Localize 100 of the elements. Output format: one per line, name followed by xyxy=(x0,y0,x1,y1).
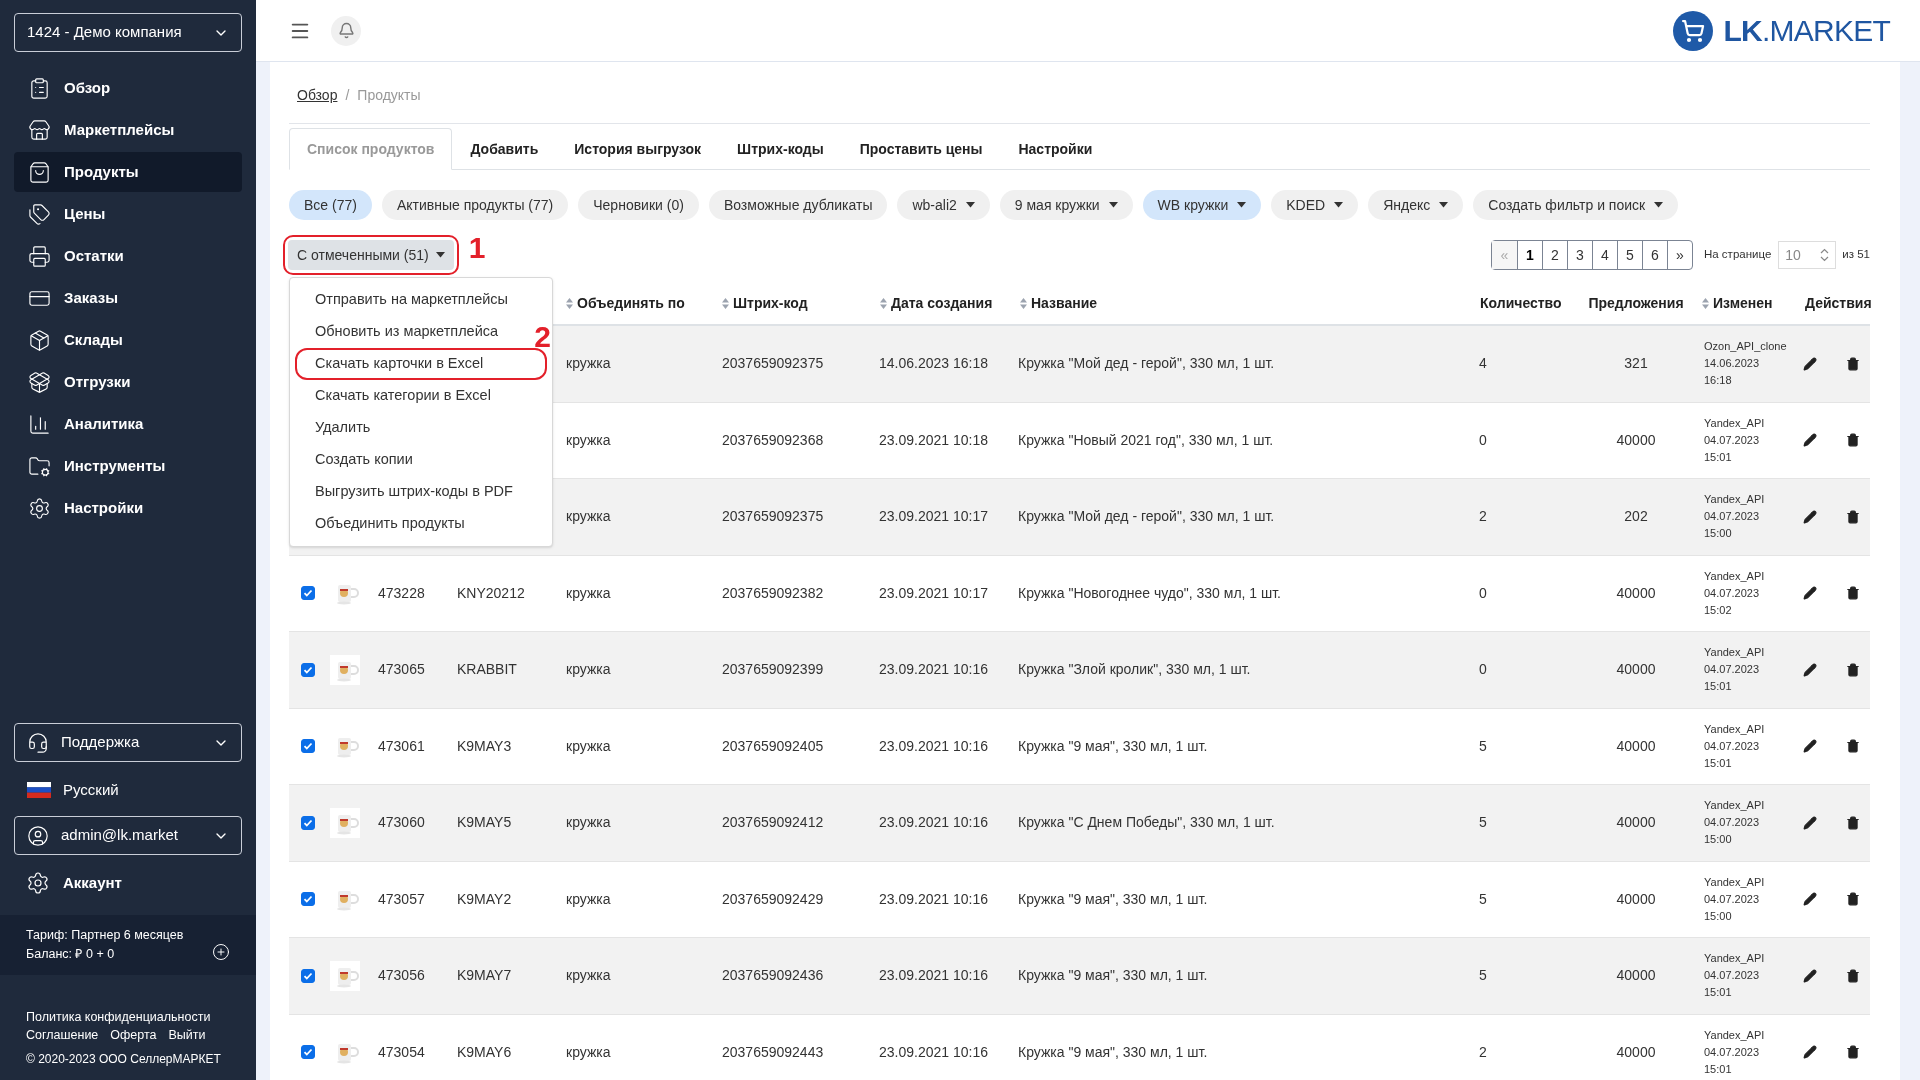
company-select[interactable]: 1424 - Демо компания xyxy=(14,13,242,52)
nav-item[interactable]: Остатки xyxy=(14,236,242,276)
edit-icon[interactable] xyxy=(1803,356,1817,371)
nav-item[interactable]: Цены xyxy=(14,194,242,234)
table-cell: кружка xyxy=(566,661,611,678)
footer-link[interactable]: Выйти xyxy=(168,1026,206,1044)
table-cell: 23.09.2021 10:17 xyxy=(879,508,988,525)
footer-link[interactable]: Соглашение xyxy=(26,1026,99,1044)
nav-item[interactable]: Склады xyxy=(14,320,242,360)
column-header[interactable]: Дата создания xyxy=(870,292,1010,314)
page-button[interactable]: 3 xyxy=(1566,241,1592,269)
trash-icon[interactable] xyxy=(1846,892,1860,907)
edit-icon[interactable] xyxy=(1803,1045,1817,1060)
edit-icon[interactable] xyxy=(1803,815,1817,830)
tab[interactable]: История выгрузок xyxy=(556,128,720,170)
edit-icon[interactable] xyxy=(1803,968,1817,983)
nav-item[interactable]: Настройки xyxy=(14,488,242,528)
row-checkbox[interactable] xyxy=(301,815,315,830)
row-checkbox[interactable] xyxy=(301,968,315,983)
caret-icon xyxy=(1237,202,1247,208)
row-checkbox[interactable] xyxy=(301,586,315,601)
next-page-button[interactable]: » xyxy=(1666,241,1692,269)
edit-icon[interactable] xyxy=(1803,739,1817,754)
menu-item[interactable]: Скачать категории в Excel xyxy=(295,380,497,412)
filter-chip[interactable]: Яндекс xyxy=(1368,190,1464,220)
filter-chip[interactable]: Все (77) xyxy=(289,190,372,220)
trash-icon[interactable] xyxy=(1846,968,1860,983)
row-checkbox[interactable] xyxy=(301,892,315,907)
breadcrumb-current: Продукты xyxy=(357,86,421,105)
trash-icon[interactable] xyxy=(1846,662,1860,677)
page-button[interactable]: 6 xyxy=(1641,241,1667,269)
menu-item[interactable]: Удалить xyxy=(295,412,377,444)
account-item[interactable]: Аккаунт xyxy=(14,863,242,903)
breadcrumb-link[interactable]: Обзор xyxy=(297,85,338,106)
filter-chip[interactable]: WB кружки xyxy=(1142,190,1262,220)
user-select[interactable]: admin@lk.market xyxy=(14,816,242,855)
menu-item[interactable]: Выгрузить штрих-коды в PDF xyxy=(295,476,519,508)
support-select[interactable]: Поддержка xyxy=(14,723,242,762)
trash-icon[interactable] xyxy=(1846,586,1860,601)
trash-icon[interactable] xyxy=(1846,739,1860,754)
language-item[interactable]: Русский xyxy=(14,772,242,808)
page-button[interactable]: 5 xyxy=(1616,241,1642,269)
column-header[interactable]: Изменен xyxy=(1692,292,1795,314)
spinner-icon[interactable] xyxy=(1820,248,1830,262)
trash-icon[interactable] xyxy=(1846,433,1860,448)
tab[interactable]: Штрих-коды xyxy=(719,128,842,170)
trash-icon[interactable] xyxy=(1846,509,1860,524)
caret-icon xyxy=(435,252,445,258)
page-button[interactable]: 2 xyxy=(1541,241,1567,269)
filter-chip[interactable]: wb-ali2 xyxy=(897,190,990,220)
nav-item[interactable]: Заказы xyxy=(14,278,242,318)
column-header[interactable]: Объединять по xyxy=(556,292,712,314)
trash-icon[interactable] xyxy=(1846,1045,1860,1060)
menu-item[interactable]: Скачать карточки в Excel xyxy=(295,348,547,380)
filter-chip[interactable]: Создать фильтр и поиск xyxy=(1473,190,1679,220)
per-page-field[interactable]: 10 xyxy=(1778,241,1837,269)
nav-item[interactable]: Маркетплейсы xyxy=(14,110,242,150)
page-button[interactable]: 4 xyxy=(1591,241,1617,269)
menu-item[interactable]: Обновить из маркетплейса xyxy=(295,316,505,348)
filter-chip[interactable]: Возможные дубликаты xyxy=(708,190,888,220)
notifications-button[interactable] xyxy=(331,15,361,46)
edit-icon[interactable] xyxy=(1803,509,1817,524)
row-checkbox[interactable] xyxy=(301,1045,315,1060)
trash-icon[interactable] xyxy=(1846,356,1860,371)
bulk-actions-button[interactable]: С отмеченными (51) xyxy=(288,240,454,270)
filter-chip[interactable]: Черновики (0) xyxy=(578,190,699,220)
row-checkbox[interactable] xyxy=(301,662,315,677)
menu-item[interactable]: Создать копии xyxy=(295,444,419,476)
row-checkbox[interactable] xyxy=(301,739,315,754)
table-cell: Кружка "Новый 2021 год", 330 мл, 1 шт. xyxy=(1018,431,1274,448)
footer-link[interactable]: Оферта xyxy=(110,1026,157,1044)
tab[interactable]: Добавить xyxy=(452,128,557,170)
table-cell: 2037659092443 xyxy=(722,1043,824,1060)
footer-link[interactable]: Политика конфиденциальности xyxy=(26,1008,230,1026)
bag-icon xyxy=(28,160,51,184)
menu-item[interactable]: Отправить на маркетплейсы xyxy=(295,284,514,316)
nav-item[interactable]: Обзор xyxy=(14,68,242,108)
nav-item[interactable]: Инструменты xyxy=(14,446,242,486)
tab[interactable]: Проставить цены xyxy=(841,128,1001,170)
column-header[interactable]: Штрих-код xyxy=(712,292,870,314)
nav-item[interactable]: Продукты xyxy=(14,152,242,192)
nav-item[interactable]: Аналитика xyxy=(14,404,242,444)
filter-chip[interactable]: Активные продукты (77) xyxy=(381,190,569,220)
column-header: Предложения xyxy=(1587,293,1685,313)
column-header[interactable]: Название xyxy=(1010,292,1470,314)
plus-icon[interactable] xyxy=(212,943,230,961)
edit-icon[interactable] xyxy=(1803,892,1817,907)
edit-icon[interactable] xyxy=(1803,433,1817,448)
page-button[interactable]: 1 xyxy=(1516,241,1542,269)
trash-icon[interactable] xyxy=(1846,815,1860,830)
menu-item[interactable]: Объединить продукты xyxy=(295,508,471,540)
filter-chip[interactable]: KDED xyxy=(1271,190,1359,220)
edit-icon[interactable] xyxy=(1803,662,1817,677)
table-cell: 2 xyxy=(1479,1043,1487,1060)
tab[interactable]: Настройки xyxy=(1000,128,1111,170)
edit-icon[interactable] xyxy=(1803,586,1817,601)
per-page-label: На странице xyxy=(1703,247,1772,263)
nav-item[interactable]: Отгрузки xyxy=(14,362,242,402)
filter-chip[interactable]: 9 мая кружки xyxy=(999,190,1133,220)
table-cell: 4 xyxy=(1479,355,1487,372)
